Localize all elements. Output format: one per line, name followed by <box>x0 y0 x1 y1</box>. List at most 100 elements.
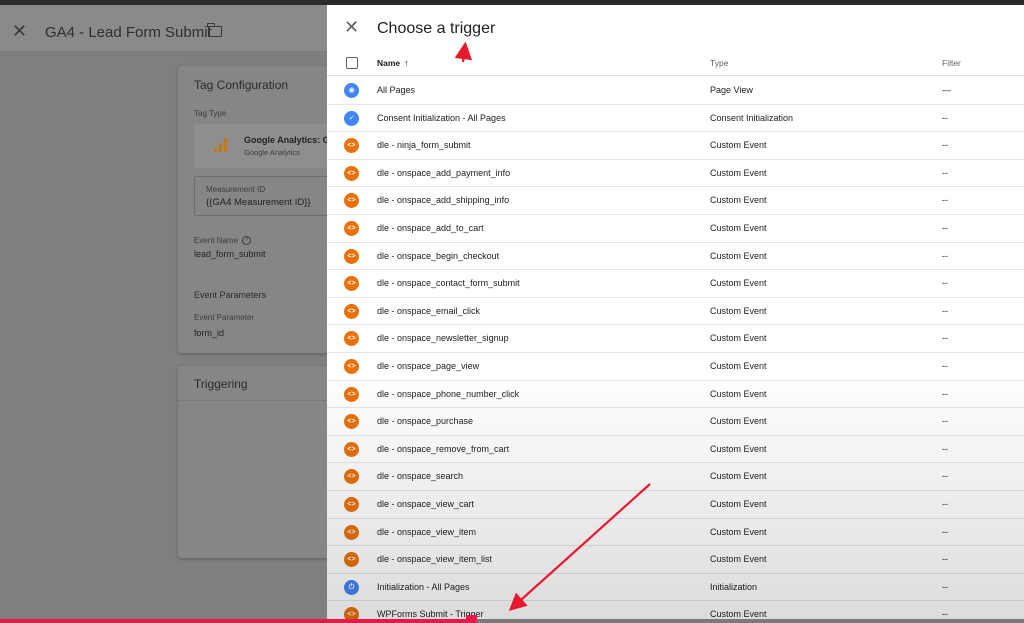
trigger-filter: -- <box>942 554 948 565</box>
trigger-type: Custom Event <box>710 416 767 427</box>
trigger-name: dle - onspace_view_cart <box>377 498 475 509</box>
power-icon: ⏻ <box>344 579 359 595</box>
trigger-row[interactable]: <> dle - onspace_email_click Custom Event -… <box>327 298 1024 326</box>
consent-icon: ✓ <box>344 110 359 126</box>
code-icon: <> <box>344 248 359 264</box>
close-icon[interactable]: ✕ <box>12 22 27 40</box>
trigger-filter: -- <box>942 140 948 151</box>
trigger-row[interactable]: <> dle - onspace_search Custom Event -- <box>327 463 1024 491</box>
code-icon: <> <box>344 441 359 457</box>
code-icon: <> <box>344 276 359 292</box>
code-icon: <> <box>344 386 359 402</box>
video-progress-fill <box>0 619 472 623</box>
triggering-card[interactable]: Triggering <box>178 366 338 558</box>
trigger-type: Custom Event <box>710 526 767 537</box>
event-parameter-value: form_id <box>194 328 225 338</box>
code-icon: <> <box>344 331 359 347</box>
trigger-row[interactable]: <> dle - onspace_purchase Custom Event -- <box>327 408 1024 436</box>
trigger-filter: — <box>942 85 951 95</box>
trigger-row[interactable]: <> dle - onspace_page_view Custom Event -- <box>327 353 1024 381</box>
trigger-row[interactable]: <> dle - onspace_view_item Custom Event -- <box>327 519 1024 547</box>
trigger-row[interactable]: <> dle - onspace_add_payment_info Custom E… <box>327 160 1024 188</box>
trigger-type: Custom Event <box>710 333 767 344</box>
measurement-id-field[interactable]: Measurement ID {{GA4 Measurement ID}} <box>194 176 344 216</box>
trigger-type: Custom Event <box>710 471 767 482</box>
trigger-filter: -- <box>942 305 948 316</box>
trigger-name: dle - onspace_purchase <box>377 416 474 427</box>
sort-arrow-icon[interactable]: ↑ <box>404 58 409 68</box>
folder-icon[interactable] <box>207 23 222 37</box>
trigger-filter: -- <box>942 526 948 537</box>
measurement-id-label: Measurement ID <box>206 185 266 194</box>
trigger-name: dle - onspace_view_item <box>377 526 477 537</box>
trigger-filter: -- <box>942 416 948 427</box>
trigger-type: Initialization <box>710 581 758 592</box>
trigger-row[interactable]: <> dle - onspace_newsletter_signup Custom … <box>327 325 1024 353</box>
card-title: Triggering <box>194 377 248 391</box>
trigger-row[interactable]: <> dle - onspace_contact_form_submit Custo… <box>327 270 1024 298</box>
tag-type-sub: Google Analytics <box>244 148 300 157</box>
column-name[interactable]: Name ↑ <box>377 58 409 68</box>
table-header: Name ↑ Type Filter <box>327 50 1024 76</box>
tag-editor-header: ✕ GA4 - Lead Form Submit <box>0 5 330 51</box>
code-icon: <> <box>344 193 359 209</box>
trigger-type: Custom Event <box>710 498 767 509</box>
trigger-row[interactable]: <> dle - onspace_view_cart Custom Event -- <box>327 491 1024 519</box>
trigger-filter: -- <box>942 471 948 482</box>
trigger-row[interactable]: <> dle - onspace_remove_from_cart Custom E… <box>327 436 1024 464</box>
trigger-filter: -- <box>942 443 948 454</box>
close-icon[interactable]: ✕ <box>344 18 359 36</box>
divider <box>178 400 338 401</box>
trigger-filter: -- <box>942 222 948 233</box>
trigger-row[interactable]: <> dle - onspace_add_to_cart Custom Event -… <box>327 215 1024 243</box>
trigger-row[interactable]: ◉ All Pages Page View — <box>327 77 1024 105</box>
trigger-filter: -- <box>942 360 948 371</box>
event-name-label: Event Name? <box>194 236 252 246</box>
tag-type-box[interactable]: Google Analytics: G Google Analytics <box>194 124 344 168</box>
trigger-row[interactable]: <> dle - onspace_begin_checkout Custom Eve… <box>327 243 1024 271</box>
trigger-row[interactable]: ⏻ Initialization - All Pages Initializatio… <box>327 574 1024 602</box>
code-icon: <> <box>344 496 359 512</box>
code-icon: <> <box>344 414 359 430</box>
column-filter: Filter <box>942 58 961 68</box>
event-parameters-label: Event Parameters <box>194 290 267 300</box>
tag-type-label: Tag Type <box>194 109 227 118</box>
event-name-value: lead_form_submit <box>194 249 266 259</box>
trigger-type: Custom Event <box>710 278 767 289</box>
panel-title: Choose a trigger <box>377 20 496 37</box>
code-icon: <> <box>344 303 359 319</box>
trigger-type: Consent Initialization <box>710 112 794 123</box>
trigger-name: dle - ninja_form_submit <box>377 140 471 151</box>
trigger-row[interactable]: <> dle - onspace_add_shipping_info Custom … <box>327 187 1024 215</box>
code-icon: <> <box>344 552 359 568</box>
tag-title[interactable]: GA4 - Lead Form Submit <box>45 24 212 41</box>
help-icon[interactable]: ? <box>242 236 252 246</box>
eye-icon: ◉ <box>344 83 359 98</box>
trigger-filter: -- <box>942 278 948 289</box>
video-progress-knob[interactable] <box>466 615 478 623</box>
choose-trigger-panel: ✕ Choose a trigger Name ↑ Type Filter ◉ Al… <box>327 5 1024 623</box>
trigger-name: dle - onspace_search <box>377 471 464 482</box>
event-parameter-label: Event Parameter <box>194 313 255 322</box>
trigger-row[interactable]: <> dle - ninja_form_submit Custom Event -- <box>327 132 1024 160</box>
trigger-filter: -- <box>942 195 948 206</box>
trigger-type: Custom Event <box>710 554 767 565</box>
trigger-filter: -- <box>942 498 948 509</box>
trigger-filter: -- <box>942 581 948 592</box>
trigger-name: dle - onspace_add_shipping_info <box>377 195 510 206</box>
tag-configuration-card[interactable]: Tag Configuration Tag Type Google Analyt… <box>178 66 344 353</box>
trigger-name: Initialization - All Pages <box>377 581 470 592</box>
trigger-name: dle - onspace_phone_number_click <box>377 388 520 399</box>
trigger-type: Custom Event <box>710 140 767 151</box>
card-title: Tag Configuration <box>194 78 289 92</box>
trigger-row[interactable]: <> dle - onspace_view_item_list Custom Eve… <box>327 546 1024 574</box>
trigger-type: Custom Event <box>710 609 767 620</box>
select-all-checkbox[interactable] <box>346 57 358 69</box>
trigger-row[interactable]: ✓ Consent Initialization - All Pages Conse… <box>327 105 1024 133</box>
code-icon: <> <box>344 220 359 236</box>
trigger-name: dle - onspace_page_view <box>377 360 480 371</box>
trigger-type: Custom Event <box>710 195 767 206</box>
trigger-filter: -- <box>942 333 948 344</box>
trigger-filter: -- <box>942 388 948 399</box>
trigger-row[interactable]: <> dle - onspace_phone_number_click Custom… <box>327 381 1024 409</box>
